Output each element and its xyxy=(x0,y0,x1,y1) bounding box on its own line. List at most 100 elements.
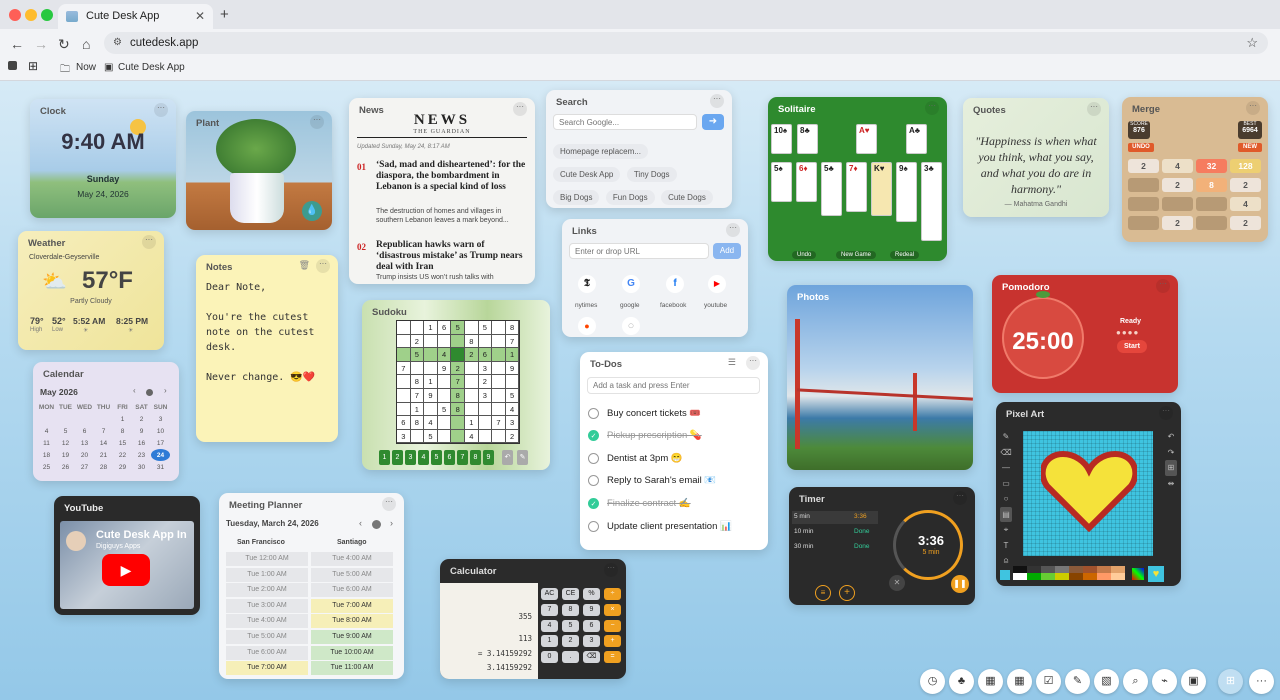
site-settings-icon[interactable]: ⚙ xyxy=(113,37,122,48)
next-day-icon[interactable]: › xyxy=(390,518,393,528)
merge-widget[interactable]: Merge ··· SCORE 876 BEST 6964 UNDO NEW 243… xyxy=(1122,97,1268,242)
more-icon[interactable]: ··· xyxy=(726,223,740,237)
plant-widget[interactable]: Plant ··· 💧 xyxy=(186,111,332,230)
pencil-icon[interactable]: ✎ xyxy=(1000,429,1012,445)
sudoku-cell[interactable] xyxy=(437,416,452,430)
palette-color[interactable] xyxy=(1055,573,1069,580)
calculator-key[interactable]: 3 xyxy=(583,635,600,648)
sudoku-number-button[interactable]: 4 xyxy=(418,450,429,465)
sudoku-cell[interactable]: 5 xyxy=(505,389,520,403)
calculator-key[interactable]: 5 xyxy=(562,619,579,632)
sudoku-cell[interactable] xyxy=(451,348,465,362)
sudoku-cell[interactable] xyxy=(492,429,506,444)
timer-row[interactable]: 30 min Done xyxy=(792,541,878,554)
widgets-grid-icon[interactable]: ⊞ xyxy=(1218,669,1243,694)
apps-grid-icon[interactable]: ⊞ xyxy=(28,59,38,73)
calendar-day[interactable]: 24 xyxy=(151,449,170,461)
youtube-link-icon[interactable]: ▶ xyxy=(708,275,726,293)
meeting-cell[interactable]: Tue 9:00 AM xyxy=(311,630,393,644)
timer-list-icon[interactable]: ≡ xyxy=(815,585,831,601)
sudoku-cell[interactable] xyxy=(424,402,438,417)
timer-widget[interactable]: Timer ··· 5 min 3:36 10 min Done 30 min Done … xyxy=(789,487,975,605)
search-chip[interactable]: Cute Dogs xyxy=(661,190,713,205)
calendar-day[interactable]: 4 xyxy=(37,425,56,437)
meeting-cell[interactable]: Tue 3:00 AM xyxy=(226,598,308,613)
pixel-art-widget[interactable]: Pixel Art ··· ✎ ⌫ — ▭ ○ ▤ ⌖ T ⍝ ↶ ↷ ⊞ ⇹ ♥ xyxy=(996,402,1181,586)
sudoku-cell[interactable]: 1 xyxy=(465,416,479,430)
meeting-cell[interactable]: Tue 6:00 AM xyxy=(226,645,308,660)
prev-month-icon[interactable]: ‹ xyxy=(133,386,136,395)
reddit-icon[interactable]: ● xyxy=(578,317,596,335)
new-tab-icon[interactable]: + xyxy=(220,6,229,23)
search-chip[interactable]: Cute Desk App xyxy=(553,167,621,182)
meeting-cell[interactable]: Tue 7:00 AM xyxy=(226,661,308,676)
empty-link-icon[interactable]: ○ xyxy=(622,317,640,335)
sudoku-cell[interactable] xyxy=(410,361,425,376)
redeal-button[interactable]: Redeal xyxy=(890,251,920,259)
palette-color[interactable] xyxy=(1111,566,1125,573)
sudoku-cell[interactable]: 7 xyxy=(397,361,411,376)
calendar-day[interactable]: 22 xyxy=(113,449,132,461)
add-timer-icon[interactable]: + xyxy=(839,585,855,601)
stock-card[interactable]: 10♠ xyxy=(771,124,792,154)
calendar-day[interactable]: 18 xyxy=(37,449,56,461)
todo-item[interactable]: Update client presentation 📊 xyxy=(588,516,760,536)
sudoku-number-button[interactable]: 7 xyxy=(457,450,468,465)
more-icon[interactable]: ··· xyxy=(316,259,330,273)
foundation-card[interactable]: A♥ xyxy=(856,124,877,154)
list-options-icon[interactable]: ☰ xyxy=(728,357,736,368)
sudoku-cell[interactable]: 8 xyxy=(465,334,479,349)
sudoku-cell[interactable]: 2 xyxy=(451,361,465,376)
calendar-day[interactable]: 13 xyxy=(75,437,94,449)
todo-item[interactable]: Dentist at 3pm 😁 xyxy=(588,448,760,468)
sidebar-icon[interactable] xyxy=(8,61,17,70)
plant-icon[interactable]: ♣ xyxy=(949,669,974,694)
calculator-key[interactable]: 9 xyxy=(583,603,600,616)
forward-icon[interactable]: → xyxy=(34,36,48,52)
sudoku-hint-icon[interactable]: ✎ xyxy=(517,450,528,465)
palette-color[interactable] xyxy=(1055,566,1069,573)
sudoku-undo-icon[interactable]: ↶ xyxy=(502,450,513,465)
search-icon[interactable]: ⌕ xyxy=(1123,669,1148,694)
photos-widget[interactable]: Photos xyxy=(787,285,973,470)
sudoku-board[interactable]: 1655828754261792398172798351584684173354… xyxy=(396,320,520,444)
calendar-day[interactable]: 5 xyxy=(56,425,75,437)
calculator-key[interactable]: CE xyxy=(562,588,579,600)
sudoku-number-button[interactable]: 8 xyxy=(470,450,481,465)
eyedropper-icon[interactable]: ⌖ xyxy=(1000,522,1012,538)
today-button[interactable] xyxy=(146,389,153,396)
calculator-key[interactable]: % xyxy=(583,588,600,600)
sudoku-cell[interactable]: 3 xyxy=(505,416,520,430)
city-column-header[interactable]: San Francisco xyxy=(237,539,285,546)
tableau-card[interactable]: K♥ xyxy=(871,162,892,216)
palette-color[interactable] xyxy=(1041,573,1055,580)
browser-tab[interactable]: Cute Desk App ✕ xyxy=(58,4,213,29)
calendar-day[interactable]: 23 xyxy=(132,449,151,461)
sudoku-widget[interactable]: Sudoku 165582875426179239817279835158468… xyxy=(362,300,550,470)
calendar-day[interactable]: 25 xyxy=(37,461,56,473)
text-icon[interactable]: T xyxy=(1000,538,1012,554)
maximize-window-button[interactable] xyxy=(41,9,53,21)
meeting-cell[interactable]: Tue 11:00 AM xyxy=(311,661,393,676)
meeting-cell[interactable]: Tue 2:00 AM xyxy=(226,583,308,598)
more-options-icon[interactable]: ··· xyxy=(1249,669,1274,694)
sudoku-cell[interactable]: 3 xyxy=(478,361,493,376)
more-icon[interactable]: ··· xyxy=(382,497,396,511)
next-month-icon[interactable]: › xyxy=(164,386,167,395)
address-bar[interactable]: ⚙ cutedesk.app ☆ xyxy=(104,32,1268,54)
calendar-day[interactable]: 17 xyxy=(151,437,170,449)
sudoku-cell[interactable]: 6 xyxy=(437,321,452,335)
palette-color[interactable] xyxy=(1111,573,1125,580)
todo-icon[interactable]: ☑ xyxy=(1036,669,1061,694)
merge-undo-button[interactable]: UNDO xyxy=(1128,143,1154,152)
calendar-day[interactable]: 30 xyxy=(132,461,151,473)
calendar-day[interactable]: 26 xyxy=(56,461,75,473)
search-chip[interactable]: Big Dogs xyxy=(553,190,600,205)
sudoku-cell[interactable]: 7 xyxy=(410,389,425,403)
todo-checkbox[interactable]: ✓ xyxy=(588,430,599,442)
sudoku-cell[interactable]: 1 xyxy=(505,348,520,362)
links-icon[interactable]: ⌁ xyxy=(1152,669,1177,694)
todo-input[interactable] xyxy=(587,377,760,394)
more-icon[interactable]: ··· xyxy=(953,491,967,505)
palette-color[interactable] xyxy=(1041,566,1055,573)
